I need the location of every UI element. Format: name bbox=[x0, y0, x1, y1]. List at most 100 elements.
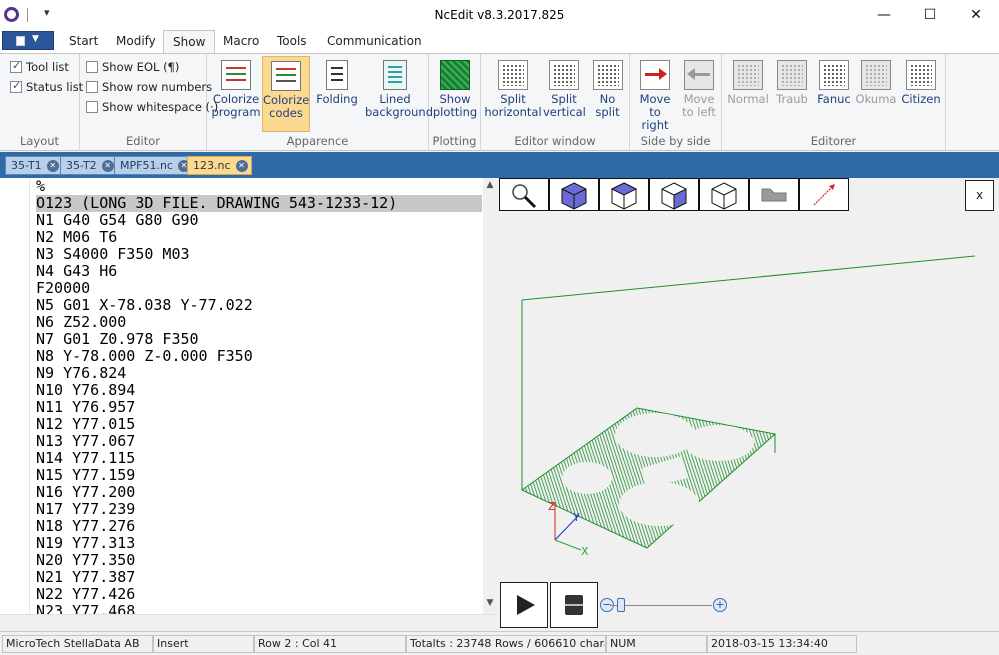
code-line[interactable]: N17 Y77.239 bbox=[36, 501, 482, 518]
tool-list-checkbox[interactable]: Tool list bbox=[10, 59, 69, 74]
show-plotting-button[interactable]: Show plotting bbox=[431, 56, 479, 132]
group-label-editor: Editor bbox=[125, 134, 161, 148]
colorize-codes-button[interactable]: Colorize codes bbox=[262, 56, 310, 132]
normal-label: Normal bbox=[727, 92, 769, 106]
code-line[interactable]: N1 G40 G54 G80 G90 bbox=[36, 212, 482, 229]
zoom-slider-thumb[interactable] bbox=[617, 598, 625, 612]
close-tab-icon[interactable]: ✕ bbox=[235, 160, 248, 172]
code-line[interactable]: N4 G43 H6 bbox=[36, 263, 482, 280]
doc-tab-35-t1[interactable]: 35-T1 ✕ bbox=[5, 156, 63, 175]
folding-icon bbox=[326, 60, 348, 90]
doc-tab-35-t2[interactable]: 35-T2 ✕ bbox=[60, 156, 118, 175]
split-horizontal-button[interactable]: Split horizontal bbox=[484, 56, 542, 132]
close-tab-icon[interactable]: ✕ bbox=[101, 160, 114, 172]
checkbox-checked-icon bbox=[10, 59, 22, 73]
close-button[interactable]: ✕ bbox=[953, 0, 999, 30]
show-whitespace-checkbox[interactable]: Show whitespace (·) bbox=[86, 100, 218, 114]
no-split-button[interactable]: No split bbox=[586, 56, 629, 132]
arrow-left-icon bbox=[684, 60, 714, 90]
okuma-label: Okuma bbox=[855, 92, 897, 106]
code-line[interactable]: N9 Y76.824 bbox=[36, 365, 482, 382]
group-label-apparence: Apparence bbox=[286, 134, 349, 148]
play-button[interactable] bbox=[500, 582, 548, 628]
colorize-codes-icon bbox=[271, 61, 301, 91]
code-line[interactable]: N23 Y77.468 bbox=[36, 603, 482, 615]
status-list-checkbox[interactable]: Status list bbox=[10, 79, 84, 94]
group-label-layout: Layout bbox=[19, 134, 60, 148]
status-list-label: Status list bbox=[26, 80, 84, 94]
group-label-plotting: Plotting bbox=[432, 134, 477, 148]
code-line[interactable]: N22 Y77.426 bbox=[36, 586, 482, 603]
code-line[interactable]: N16 Y77.200 bbox=[36, 484, 482, 501]
toolpath-3d-view[interactable]: Z Y X bbox=[497, 178, 999, 578]
code-line[interactable]: N18 Y77.276 bbox=[36, 518, 482, 535]
move-to-right-label-1: Move to bbox=[639, 92, 671, 119]
split-vertical-button[interactable]: Split vertical bbox=[543, 56, 586, 132]
group-plotting: Show plotting Plotting bbox=[429, 54, 481, 151]
editor-traub-button[interactable]: Traub bbox=[771, 56, 813, 132]
file-menu-button[interactable]: ▼ bbox=[2, 31, 54, 50]
code-line[interactable]: N20 Y77.350 bbox=[36, 552, 482, 569]
maximize-button[interactable]: ☐ bbox=[907, 0, 953, 30]
editor-fanuc-button[interactable]: Fanuc bbox=[814, 56, 854, 132]
minimize-button[interactable]: — bbox=[861, 0, 907, 30]
code-line[interactable]: N11 Y76.957 bbox=[36, 399, 482, 416]
lined-background-button[interactable]: Lined background bbox=[365, 56, 433, 132]
tab-start[interactable]: Start bbox=[69, 34, 98, 48]
code-line[interactable]: N7 G01 Z0.978 F350 bbox=[36, 331, 482, 348]
code-line[interactable]: N6 Z52.000 bbox=[36, 314, 482, 331]
code-line[interactable]: % bbox=[36, 178, 482, 195]
code-line[interactable]: O123 (LONG 3D FILE. DRAWING 543-1233-12) bbox=[36, 195, 482, 212]
editor-normal-button[interactable]: Normal bbox=[726, 56, 770, 132]
tab-macro[interactable]: Macro bbox=[223, 34, 259, 48]
move-to-right-button[interactable]: Move to right bbox=[633, 56, 677, 132]
tab-tools[interactable]: Tools bbox=[277, 34, 307, 48]
editor-vertical-scrollbar[interactable]: ▲ ▼ bbox=[483, 178, 497, 614]
group-label-side-by-side: Side by side bbox=[640, 134, 711, 148]
stop-button[interactable] bbox=[550, 582, 598, 628]
axis-y-label: Y bbox=[572, 511, 580, 524]
editor-horizontal-scrollbar[interactable] bbox=[0, 614, 497, 631]
traub-editor-icon bbox=[777, 60, 807, 90]
doc-tab-label: MPF51.nc bbox=[120, 159, 173, 172]
split-horizontal-label-2: horizontal bbox=[484, 105, 542, 119]
tab-modify[interactable]: Modify bbox=[116, 34, 156, 48]
editor-citizen-button[interactable]: Citizen bbox=[898, 56, 944, 132]
toolpath-part bbox=[521, 407, 777, 549]
code-line[interactable]: N15 Y77.159 bbox=[36, 467, 482, 484]
tab-communication[interactable]: Communication bbox=[327, 34, 422, 48]
zoom-in-button[interactable]: + bbox=[713, 598, 727, 612]
show-row-numbers-label: Show row numbers bbox=[102, 80, 213, 94]
doc-tab-mpf51[interactable]: MPF51.nc ✕ bbox=[114, 156, 194, 175]
axis-z-label: Z bbox=[548, 500, 556, 513]
doc-tab-123[interactable]: 123.nc ✕ bbox=[187, 156, 252, 175]
code-editor[interactable]: % O123 (LONG 3D FILE. DRAWING 543-1233-12… bbox=[0, 178, 483, 614]
scroll-up-icon[interactable]: ▲ bbox=[483, 180, 497, 190]
code-line[interactable]: N2 M06 T6 bbox=[36, 229, 482, 246]
close-tab-icon[interactable]: ✕ bbox=[46, 160, 59, 172]
doc-tab-label: 35-T1 bbox=[11, 159, 42, 172]
ribbon-panel: Tool list Status list Layout Show EOL (¶… bbox=[0, 53, 999, 151]
stop-icon bbox=[565, 595, 583, 615]
show-eol-checkbox[interactable]: Show EOL (¶) bbox=[86, 60, 179, 74]
code-line[interactable]: N14 Y77.115 bbox=[36, 450, 482, 467]
move-to-left-button[interactable]: Move to left bbox=[678, 56, 720, 132]
tab-show[interactable]: Show bbox=[163, 30, 216, 54]
folding-button[interactable]: Folding bbox=[312, 56, 362, 132]
status-num: NUM bbox=[606, 635, 707, 653]
code-line[interactable]: N5 G01 X-78.038 Y-77.022 bbox=[36, 297, 482, 314]
scroll-down-icon[interactable]: ▼ bbox=[483, 598, 497, 608]
code-line[interactable]: N21 Y77.387 bbox=[36, 569, 482, 586]
code-line[interactable]: N3 S4000 F350 M03 bbox=[36, 246, 482, 263]
editor-okuma-button[interactable]: Okuma bbox=[855, 56, 897, 132]
code-line[interactable]: N13 Y77.067 bbox=[36, 433, 482, 450]
status-totals: Totalts : 23748 Rows / 606610 charact... bbox=[406, 635, 606, 653]
code-line[interactable]: N19 Y77.313 bbox=[36, 535, 482, 552]
colorize-program-button[interactable]: Colorize program bbox=[211, 56, 261, 132]
zoom-slider-track[interactable] bbox=[610, 605, 712, 606]
code-line[interactable]: N10 Y76.894 bbox=[36, 382, 482, 399]
code-line[interactable]: N12 Y77.015 bbox=[36, 416, 482, 433]
code-line[interactable]: N8 Y-78.000 Z-0.000 F350 bbox=[36, 348, 482, 365]
show-row-numbers-checkbox[interactable]: Show row numbers bbox=[86, 80, 212, 94]
code-line[interactable]: F20000 bbox=[36, 280, 482, 297]
